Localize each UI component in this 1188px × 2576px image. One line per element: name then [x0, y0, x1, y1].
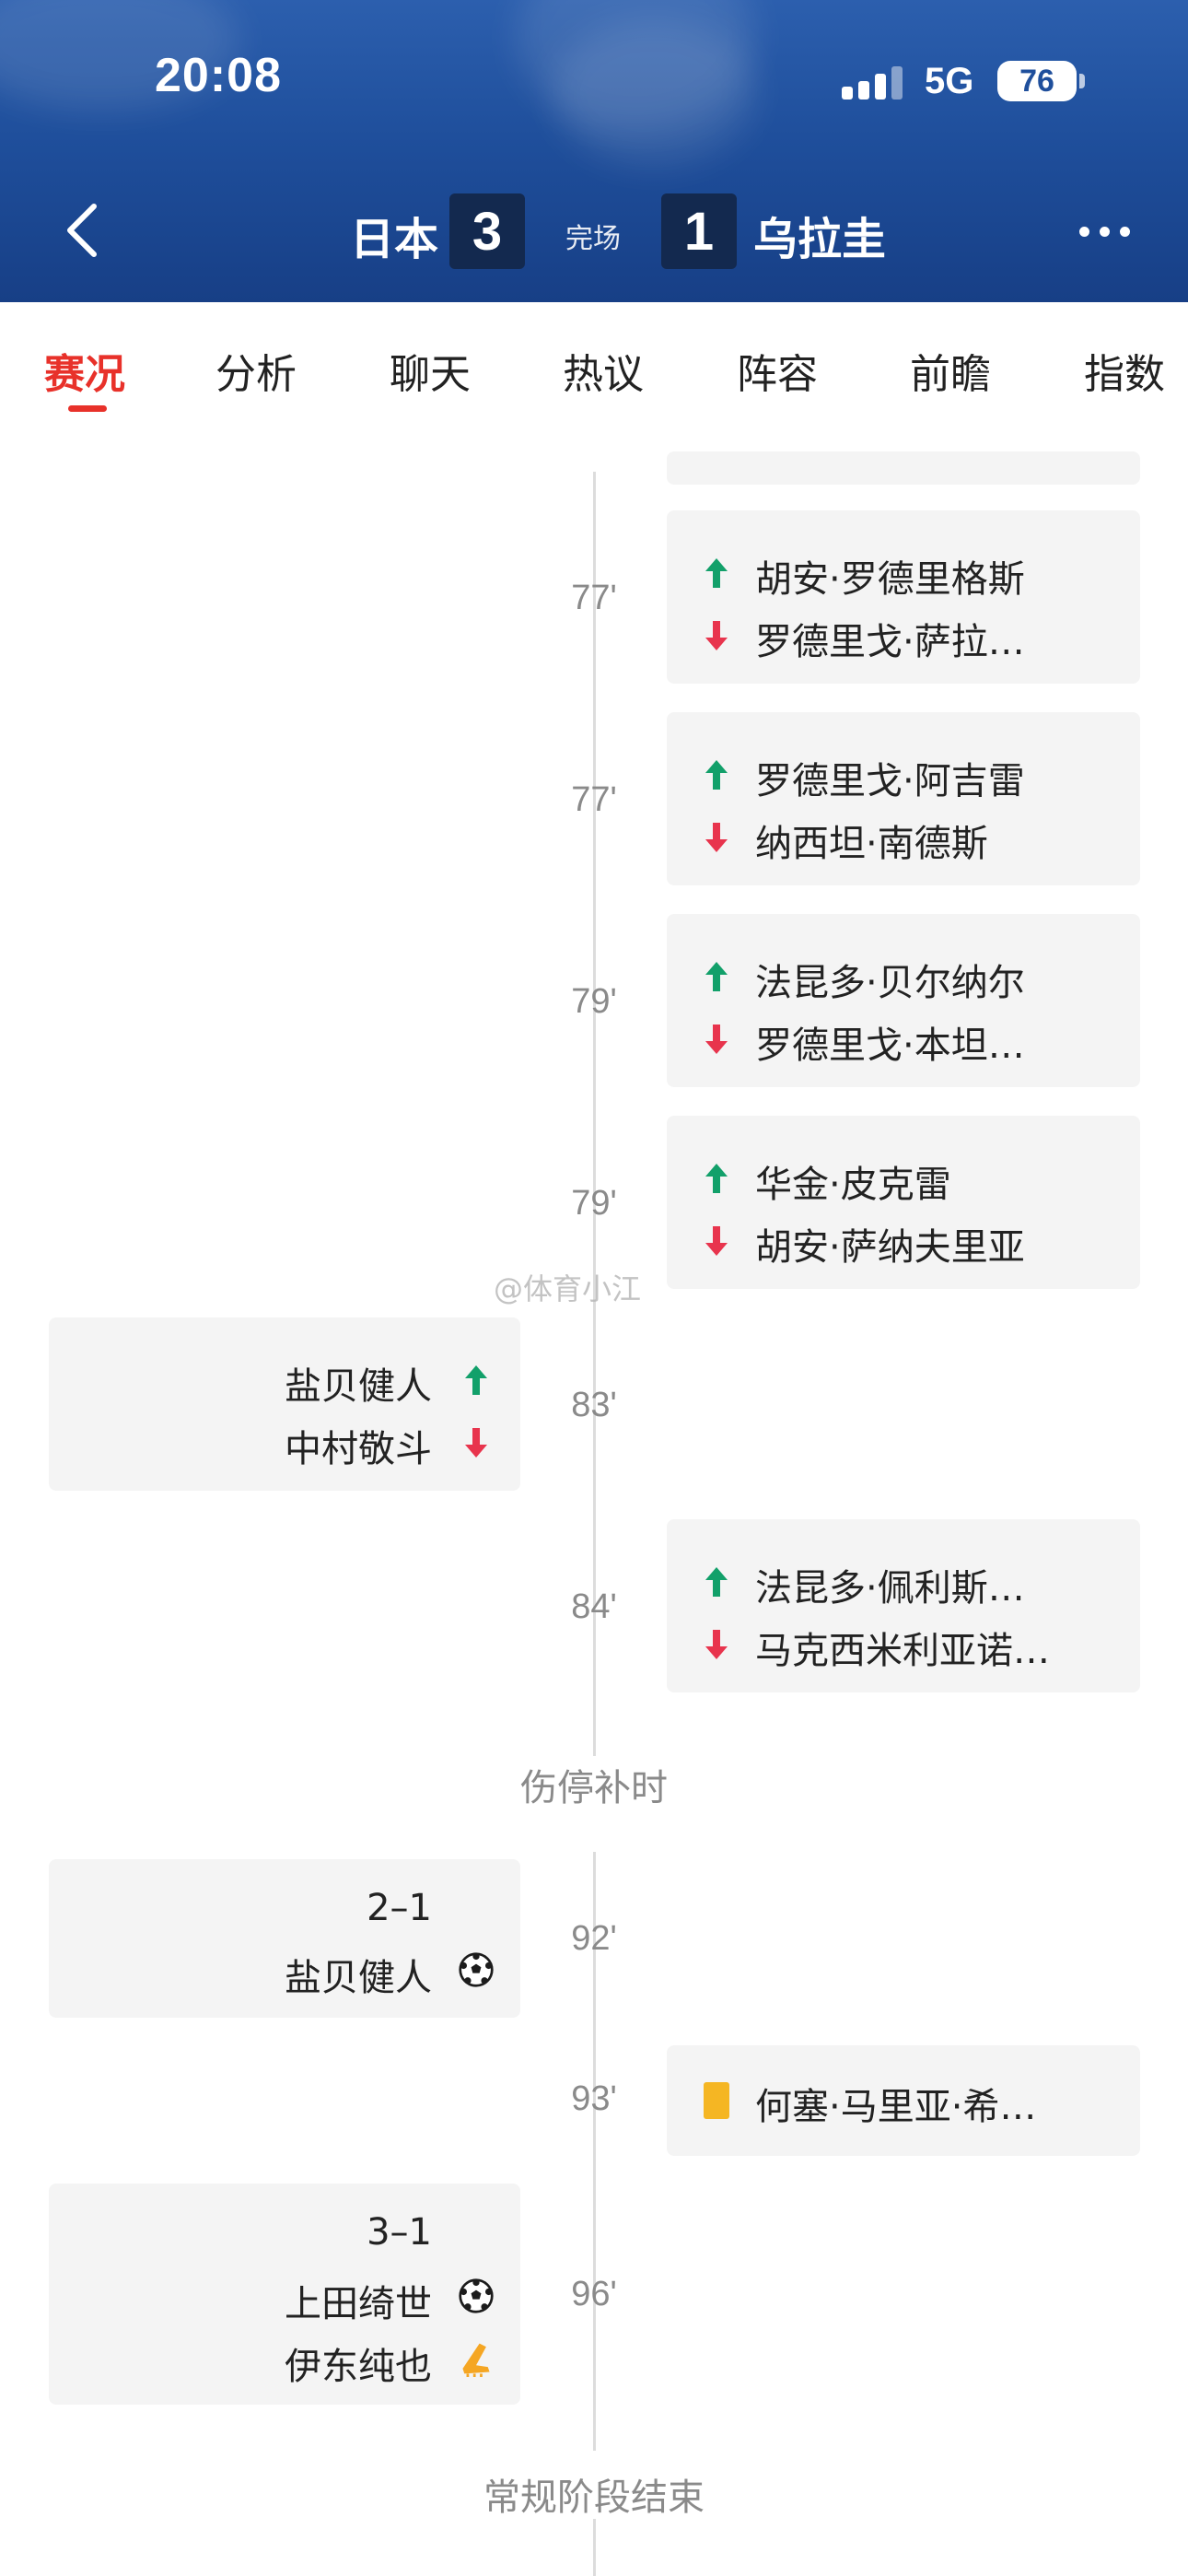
arrow-up-icon: [705, 760, 728, 790]
boot-icon: [462, 2343, 490, 2377]
sub-out-player[interactable]: 罗德里戈·萨拉…: [755, 612, 1025, 665]
arrow-up-icon: [705, 962, 728, 991]
more-button[interactable]: [1077, 221, 1133, 243]
substitution-card[interactable]: 法昆多·贝尔纳尔 罗德里戈·本坦…: [667, 914, 1140, 1087]
soccer-ball-icon: [459, 2278, 494, 2313]
battery-icon: 76: [997, 61, 1077, 101]
goal-score: 2–1: [367, 1887, 432, 1929]
tab-analysis[interactable]: 分析: [215, 341, 297, 400]
tab-discussion[interactable]: 热议: [563, 341, 644, 400]
home-team-name[interactable]: 日本: [350, 203, 438, 267]
substitution-card[interactable]: 罗德里戈·阿吉雷 纳西坦·南德斯: [667, 712, 1140, 885]
back-chevron-icon: [67, 204, 97, 257]
watermark: @体育小江: [494, 1271, 642, 1306]
event-minute: 84': [571, 1587, 617, 1626]
goal-card[interactable]: 2–1 盐贝健人: [49, 1859, 520, 2018]
assist-player[interactable]: 伊东纯也: [285, 2336, 432, 2390]
event-minute: 96': [571, 2275, 617, 2313]
home-score: 3: [449, 193, 525, 269]
substitution-card[interactable]: 华金·皮克雷 胡安·萨纳夫里亚: [667, 1116, 1140, 1289]
stoppage-time-label: 伤停补时: [0, 1758, 1188, 1811]
tab-bar: 赛况 分析 聊天 热议 阵容 前瞻 指数: [0, 302, 1188, 424]
sub-out-player[interactable]: 胡安·萨纳夫里亚: [755, 1217, 1025, 1270]
back-button[interactable]: [55, 193, 111, 267]
timeline-line: [593, 472, 596, 1756]
tab-odds[interactable]: 指数: [1084, 341, 1165, 400]
arrow-down-icon: [705, 823, 728, 852]
network-type: 5G: [925, 61, 974, 101]
arrow-up-icon: [705, 1567, 728, 1597]
sub-in-player[interactable]: 盐贝健人: [285, 1356, 432, 1410]
tab-lineup[interactable]: 阵容: [737, 341, 818, 400]
event-minute: 83': [571, 1386, 617, 1424]
substitution-card[interactable]: 胡安·罗德里格斯 罗德里戈·萨拉…: [667, 510, 1140, 684]
sub-in-player[interactable]: 胡安·罗德里格斯: [755, 549, 1025, 603]
yellow-card-icon: [704, 2082, 729, 2119]
arrow-down-icon: [465, 1428, 487, 1458]
event-minute: 93': [571, 2079, 617, 2118]
sub-in-player[interactable]: 华金·皮克雷: [755, 1154, 951, 1208]
arrow-up-icon: [705, 558, 728, 588]
sub-out-player[interactable]: 马克西米利亚诺…: [755, 1621, 1050, 1674]
arrow-up-icon: [705, 1164, 728, 1193]
sub-in-player[interactable]: 罗德里戈·阿吉雷: [755, 751, 1025, 804]
sub-in-player[interactable]: 法昆多·贝尔纳尔: [755, 953, 1025, 1006]
substitution-card[interactable]: 法昆多·佩利斯… 马克西米利亚诺…: [667, 1519, 1140, 1692]
match-header: 20:08 5G 76 日本 3 完场 1 乌拉圭: [0, 0, 1188, 302]
goal-score: 3–1: [367, 2211, 432, 2254]
active-tab-indicator: [68, 405, 107, 412]
event-minute: 79': [571, 982, 617, 1021]
sub-out-player[interactable]: 中村敬斗: [285, 1419, 432, 1472]
yellow-card-event[interactable]: 何塞·马里亚·希…: [667, 2045, 1140, 2156]
soccer-ball-icon: [459, 1952, 494, 1987]
arrow-down-icon: [705, 1226, 728, 1256]
substitution-card[interactable]: 盐贝健人 中村敬斗: [49, 1317, 520, 1491]
regular-time-end-label: 常规阶段结束: [0, 2467, 1188, 2521]
tab-preview[interactable]: 前瞻: [910, 341, 991, 400]
goal-card[interactable]: 3–1 上田绮世 伊东纯也: [49, 2184, 520, 2405]
event-minute: 77': [571, 579, 617, 617]
away-score: 1: [661, 193, 737, 269]
status-time: 20:08: [155, 49, 282, 102]
goal-scorer[interactable]: 盐贝健人: [285, 1948, 432, 2001]
away-team-name[interactable]: 乌拉圭: [753, 203, 886, 267]
sub-out-player[interactable]: 罗德里戈·本坦…: [755, 1015, 1025, 1069]
regular-time-end-text: 常规阶段结束: [469, 2476, 719, 2519]
event-minute: 79': [571, 1184, 617, 1223]
timeline-line: [593, 2519, 596, 2576]
event-minute: 92': [571, 1919, 617, 1958]
goal-scorer[interactable]: 上田绮世: [285, 2274, 432, 2327]
event-card-partial[interactable]: [667, 451, 1140, 485]
battery-tip: [1079, 74, 1085, 88]
stoppage-time-text: 伤停补时: [506, 1767, 682, 1809]
event-minute: 77': [571, 780, 617, 819]
arrow-down-icon: [705, 621, 728, 650]
match-status: 完场: [565, 223, 621, 255]
tab-live[interactable]: 赛况: [44, 341, 125, 400]
tab-chat[interactable]: 聊天: [390, 341, 471, 400]
arrow-down-icon: [705, 1025, 728, 1054]
sub-in-player[interactable]: 法昆多·佩利斯…: [755, 1558, 1025, 1611]
carded-player[interactable]: 何塞·马里亚·希…: [755, 2077, 1036, 2130]
arrow-down-icon: [705, 1630, 728, 1659]
sub-out-player[interactable]: 纳西坦·南德斯: [755, 814, 988, 867]
signal-icon: [842, 64, 904, 100]
arrow-up-icon: [465, 1365, 487, 1395]
